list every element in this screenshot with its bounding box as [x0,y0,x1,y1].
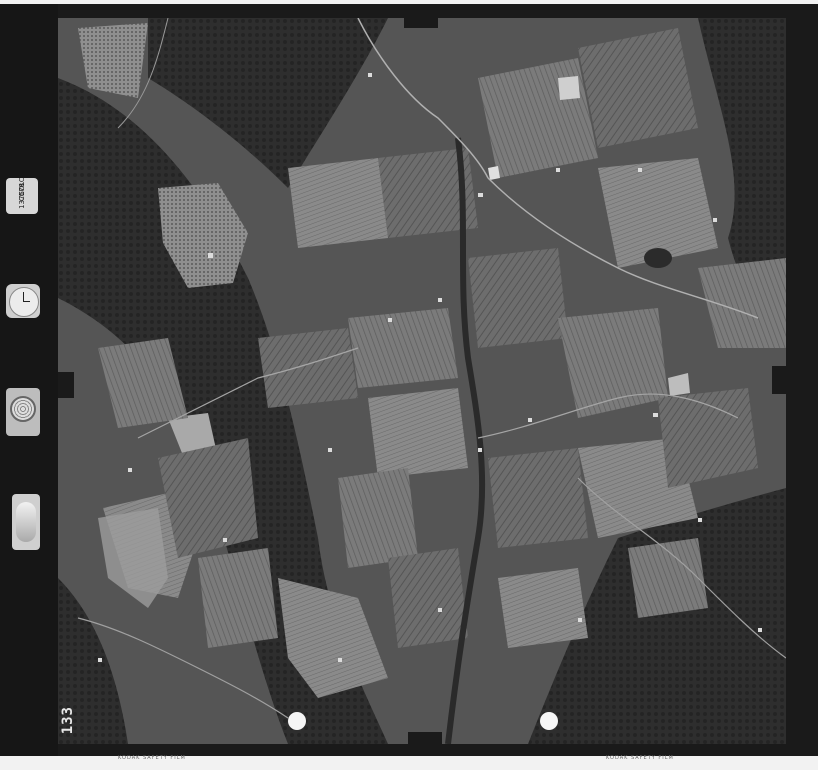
film-hole-right [540,712,558,730]
fiducial-mark-top [404,10,438,28]
aerial-terrain [58,18,786,744]
film-hole-left [288,712,306,730]
level-bubble-icon [12,494,40,550]
fiducial-mark-right [772,366,788,394]
film-text-left: KODAK SAFETY FILM [118,755,186,761]
film-text-right: KODAK SAFETY FILM [606,755,674,761]
frame-number: 133 [60,706,76,735]
altimeter-icon [6,388,40,436]
instrument-strip [0,4,58,756]
film-label-card: COLOR C178 1375 [6,178,38,214]
fiducial-mark-bottom [408,732,442,750]
label-line-3: 1375 [18,191,26,209]
aerial-photo [58,18,786,744]
clock-icon [6,284,40,318]
fiducial-mark-left [58,372,74,398]
